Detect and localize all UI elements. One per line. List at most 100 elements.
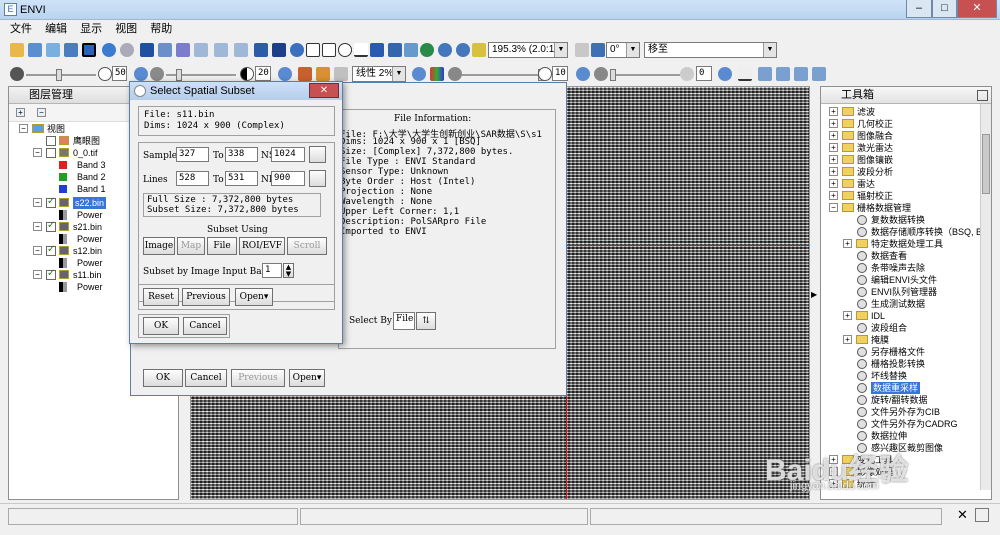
opacity-value[interactable]: 10 [552, 66, 568, 81]
north-up-icon[interactable] [591, 43, 605, 57]
menu-help[interactable]: 帮助 [150, 20, 172, 38]
collapse-icon[interactable]: − [19, 124, 28, 133]
collapse-icon[interactable]: − [33, 222, 42, 231]
stretch-icon[interactable] [298, 67, 312, 81]
picture-icon[interactable] [388, 43, 402, 57]
text-icon[interactable] [272, 43, 286, 57]
slider-knob[interactable] [610, 69, 616, 81]
polygon-icon[interactable] [306, 43, 320, 57]
layer-icon[interactable] [46, 43, 60, 57]
expand-all-icon[interactable]: + [16, 108, 25, 117]
zoom-out-icon[interactable] [456, 43, 470, 57]
rectangle-icon[interactable] [322, 43, 336, 57]
expand-icon[interactable]: + [843, 239, 852, 248]
status-toggle-icon[interactable] [975, 508, 989, 522]
s21-checkbox[interactable] [46, 220, 56, 232]
select-arrow-icon[interactable] [140, 43, 154, 57]
collapse-right-icon[interactable]: ▶ [811, 290, 817, 300]
lines-to-input[interactable]: 531 [225, 171, 258, 186]
zoom-box-icon[interactable] [404, 43, 418, 57]
view1-icon[interactable] [758, 67, 772, 81]
undo-icon[interactable] [102, 43, 116, 57]
crosshair-icon[interactable] [82, 43, 96, 57]
stretch-arrow-icon[interactable] [334, 67, 348, 81]
select-by-field[interactable]: File [393, 312, 415, 330]
data-manager-icon[interactable] [28, 43, 42, 57]
maximize-button[interactable]: □ [932, 0, 957, 18]
stretch-select[interactable]: 线性 2% ▼ [352, 66, 406, 82]
nl-input[interactable]: 900 [271, 171, 305, 186]
float-icon[interactable] [977, 90, 988, 101]
angle-select[interactable]: 0° ▼ [606, 42, 640, 58]
samples-spin-icon[interactable] [309, 146, 326, 163]
ellipse-icon[interactable] [338, 43, 352, 57]
view2-icon[interactable] [776, 67, 790, 81]
samples-to-input[interactable]: 338 [225, 147, 258, 162]
brightness-slider[interactable] [26, 69, 96, 81]
vertex2-icon[interactable] [214, 43, 228, 57]
reset3-icon[interactable] [576, 67, 590, 81]
expand-icon[interactable]: + [829, 155, 838, 164]
expand-icon[interactable]: + [829, 179, 838, 188]
band-input[interactable]: 1 [262, 263, 282, 278]
redo-icon[interactable] [120, 43, 134, 57]
slider-knob[interactable] [176, 69, 182, 81]
print-icon[interactable] [64, 43, 78, 57]
expand-icon[interactable]: + [843, 311, 852, 320]
cancel-button[interactable]: Cancel [185, 369, 227, 387]
ok-button[interactable]: OK [143, 317, 179, 335]
toolbox-scrollbar[interactable] [980, 104, 991, 490]
reset-button[interactable]: Reset [143, 288, 179, 306]
line-icon[interactable] [354, 43, 368, 57]
s11-checkbox[interactable] [46, 268, 56, 280]
expand-icon[interactable]: + [829, 107, 838, 116]
expand-icon[interactable]: + [829, 167, 838, 176]
opacity-slider[interactable] [462, 69, 544, 81]
menu-view[interactable]: 视图 [115, 20, 137, 38]
flicker-icon[interactable] [738, 67, 752, 81]
cut-icon[interactable] [176, 43, 190, 57]
roi-evf-button[interactable]: ROI/EVF [239, 237, 285, 255]
expand-icon[interactable]: + [829, 131, 838, 140]
ok-button[interactable]: OK [143, 369, 183, 387]
file-button[interactable]: File [207, 237, 237, 255]
tif-checkbox[interactable] [46, 148, 56, 158]
view4-icon[interactable] [812, 67, 826, 81]
collapse-all-icon[interactable]: − [37, 108, 46, 117]
menu-file[interactable]: 文件 [10, 20, 32, 38]
close-button[interactable]: ✕ [957, 0, 997, 18]
contrast-slider[interactable] [166, 69, 236, 81]
expand-icon[interactable]: + [829, 191, 838, 200]
dialog-close-button[interactable]: ✕ [309, 83, 339, 98]
stretch2-icon[interactable] [316, 67, 330, 81]
s12-checkbox[interactable] [46, 244, 56, 256]
slider-knob[interactable] [56, 69, 62, 81]
menu-edit[interactable]: 编辑 [45, 20, 67, 38]
map-button[interactable]: Map [177, 237, 205, 255]
minimize-button[interactable]: – [906, 0, 932, 18]
samples-from-input[interactable]: 327 [176, 147, 209, 162]
previous-button[interactable]: Previous [231, 369, 285, 387]
open-button[interactable]: Open▾ [289, 369, 325, 387]
collapse-icon[interactable]: − [33, 198, 42, 207]
gamma-slider[interactable] [610, 69, 680, 81]
collapse-icon[interactable]: − [33, 148, 42, 157]
expand-icon[interactable]: + [843, 335, 852, 344]
zoom-in-icon[interactable] [438, 43, 452, 57]
zoom-fit-icon[interactable] [420, 43, 434, 57]
scroll-button[interactable]: Scroll [287, 237, 327, 255]
color-table-icon[interactable] [430, 67, 444, 81]
vertex3-icon[interactable] [234, 43, 248, 57]
open-menu-button[interactable]: Open▾ [235, 288, 273, 306]
contrast-value[interactable]: 20 [255, 66, 271, 81]
previous-button[interactable]: Previous [182, 288, 230, 306]
zoom-select[interactable]: 195.3% (2.0:1) ▼ [488, 42, 568, 58]
expand-icon[interactable]: + [829, 143, 838, 152]
lines-spin-icon[interactable] [309, 170, 326, 187]
rotate-icon[interactable] [575, 43, 589, 57]
arrow-tool-icon[interactable] [370, 43, 384, 57]
zoom-level-icon[interactable] [472, 43, 486, 57]
mode-select[interactable]: 移至 ▼ [644, 42, 777, 58]
image-button[interactable]: Image [143, 237, 175, 255]
vertex-icon[interactable] [194, 43, 208, 57]
